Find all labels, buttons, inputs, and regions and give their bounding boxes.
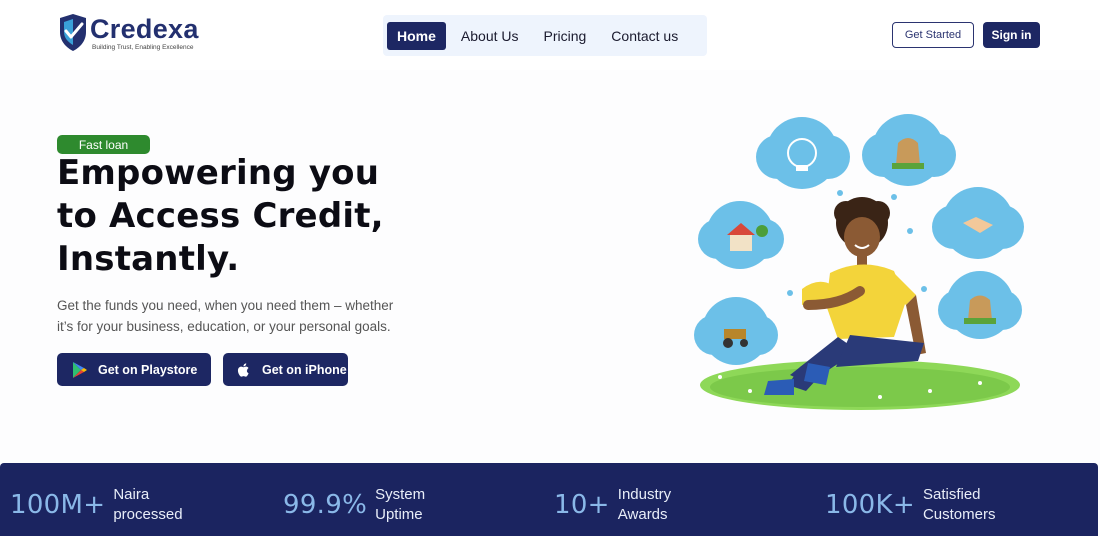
- main-nav: Home About Us Pricing Contact us: [383, 15, 707, 56]
- get-started-button[interactable]: Get Started: [892, 22, 974, 48]
- cloud-tractor: [694, 297, 778, 365]
- cloud-money-1: [862, 114, 956, 186]
- iphone-button[interactable]: Get on iPhone: [223, 353, 348, 386]
- hero-illustration: [694, 114, 1024, 410]
- headline-line: Empowering you: [57, 153, 380, 193]
- nav-about-us[interactable]: About Us: [451, 22, 529, 50]
- shield-logo-icon: [60, 14, 86, 51]
- hero-subtext: Get the funds you need, when you need th…: [57, 295, 432, 337]
- sign-in-button[interactable]: Sign in: [983, 22, 1040, 48]
- cloud-bulb: [756, 117, 850, 189]
- stat-value: 99.9%: [283, 490, 368, 520]
- stat-label-line: Uptime: [375, 506, 423, 523]
- stat-naira-processed: 100M+ Naira processed: [10, 485, 183, 525]
- stat-satisfied-customers: 100K+ Satisfied Customers: [825, 485, 996, 525]
- stat-label: Industry Awards: [618, 485, 671, 525]
- stat-label-line: Naira: [113, 486, 150, 503]
- stat-value: 100K+: [825, 490, 915, 520]
- stat-industry-awards: 10+ Industry Awards: [554, 485, 671, 525]
- apple-icon: [235, 361, 253, 379]
- playstore-button[interactable]: Get on Playstore: [57, 353, 211, 386]
- cloud-money-2: [938, 271, 1022, 339]
- headline-line: Instantly.: [57, 239, 240, 279]
- headline-line: to Access Credit,: [57, 196, 384, 236]
- stat-label: Naira processed: [113, 485, 182, 525]
- stat-label-line: processed: [113, 506, 183, 523]
- brand-logo[interactable]: Credexa Building Trust, Enabling Excelle…: [58, 14, 199, 52]
- stat-value: 10+: [554, 490, 610, 520]
- site-header: Credexa Building Trust, Enabling Excelle…: [0, 0, 1100, 70]
- subtext-line: Get the funds you need, when you need th…: [57, 298, 394, 313]
- brand-name: Credexa: [90, 14, 199, 44]
- playstore-label: Get on Playstore: [98, 362, 198, 377]
- brand-text: Credexa Building Trust, Enabling Excelle…: [90, 14, 199, 51]
- brand-tagline: Building Trust, Enabling Excellence: [92, 44, 194, 51]
- stats-bar: 100M+ Naira processed 99.9% System Uptim…: [0, 463, 1098, 536]
- stat-label-line: Awards: [617, 506, 668, 523]
- hero-headline: Empowering you to Access Credit, Instant…: [57, 152, 397, 281]
- cloud-house: [698, 201, 784, 269]
- iphone-label: Get on iPhone: [262, 362, 347, 377]
- stat-value: 100M+: [10, 490, 106, 520]
- nav-contact-us[interactable]: Contact us: [601, 22, 688, 50]
- stat-system-uptime: 99.9% System Uptime: [283, 485, 425, 525]
- stat-label-line: Satisfied: [922, 486, 981, 503]
- stat-label-line: System: [375, 486, 426, 503]
- cloud-handshake: [932, 187, 1024, 259]
- stat-label-line: Customers: [922, 506, 996, 523]
- nav-pricing[interactable]: Pricing: [534, 22, 597, 50]
- nav-home[interactable]: Home: [387, 21, 446, 50]
- stat-label: Satisfied Customers: [923, 485, 996, 525]
- google-play-icon: [71, 361, 89, 379]
- stat-label: System Uptime: [375, 485, 425, 525]
- subtext-line: it’s for your business, education, or yo…: [57, 319, 391, 334]
- stat-label-line: Industry: [617, 486, 672, 503]
